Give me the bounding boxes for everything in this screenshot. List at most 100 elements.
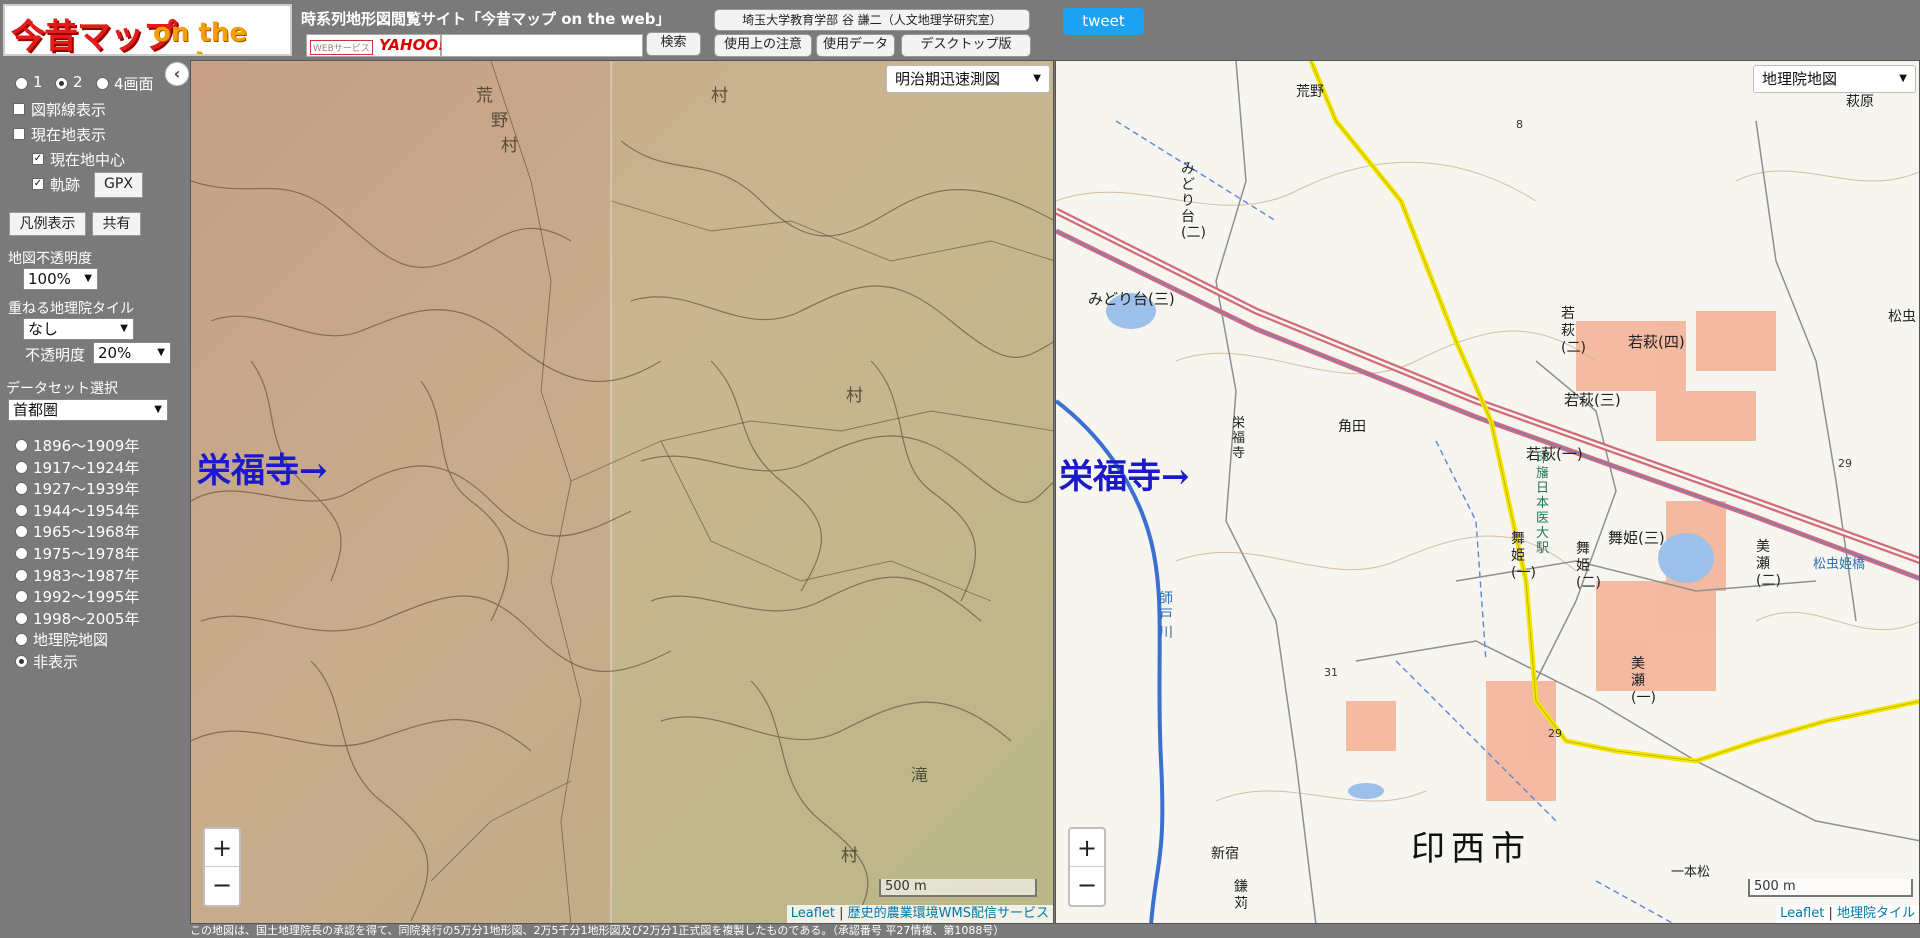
opacity-value: 100% bbox=[28, 270, 71, 288]
center-current-checkbox[interactable]: ✓ bbox=[32, 153, 44, 165]
leaflet-link[interactable]: Leaflet bbox=[791, 906, 835, 921]
period-label: 1998～2005年 bbox=[33, 609, 140, 628]
chevron-down-icon: ▼ bbox=[1899, 73, 1907, 84]
period-label: 1944～1954年 bbox=[33, 501, 140, 520]
map-label-kakuta: 角田 bbox=[1338, 419, 1366, 435]
track-label: 軌跡 bbox=[50, 176, 81, 194]
period-radio[interactable] bbox=[15, 460, 28, 474]
overlay-tile-select[interactable]: なし ▼ bbox=[23, 318, 134, 340]
yahoo-web-service-label: WEBサービス bbox=[310, 40, 373, 55]
left-map-pane[interactable]: 荒 野 村 村 村 村 滝 明治期迅速測図 ▼ 栄福寺→ + − 500 m Le… bbox=[190, 60, 1054, 924]
data-used-button[interactable]: 使用データ bbox=[816, 34, 895, 57]
period-label: 1927～1939年 bbox=[33, 480, 140, 499]
map-label-misose: 美瀬(一) bbox=[1631, 656, 1656, 706]
right-zoom-out-button[interactable]: − bbox=[1070, 867, 1104, 905]
attribution-separator: | bbox=[1824, 906, 1837, 921]
period-label: 1965～1968年 bbox=[33, 523, 140, 542]
right-landmark-label: 栄福寺→ bbox=[1059, 457, 1190, 497]
logo-text-sub: on the web bbox=[153, 18, 247, 54]
period-radio[interactable] bbox=[15, 547, 28, 560]
left-map-layer-value: 明治期迅速測図 bbox=[895, 70, 1001, 88]
right-zoom-control: + − bbox=[1068, 827, 1106, 907]
right-map-layer-select[interactable]: 地理院地図 ▼ bbox=[1753, 65, 1916, 93]
screen-2-radio[interactable] bbox=[55, 77, 68, 90]
period-radio[interactable] bbox=[15, 590, 28, 604]
left-zoom-in-button[interactable]: + bbox=[205, 829, 239, 867]
yahoo-credit[interactable]: WEBサービス YAHOO! bbox=[306, 34, 445, 57]
site-title: 時系列地形図閲覧サイト「今昔マップ on the web」 bbox=[301, 10, 671, 28]
period-radio[interactable] bbox=[15, 655, 28, 668]
period-radio[interactable] bbox=[15, 611, 28, 625]
sidebar-collapse-button[interactable]: ‹ bbox=[165, 62, 189, 86]
opacity-label: 地図不透明度 bbox=[8, 251, 92, 267]
period-radio[interactable] bbox=[15, 503, 28, 517]
app-root: 今昔マップ on the web 時系列地形図閲覧サイト「今昔マップ on th… bbox=[0, 0, 1920, 938]
period-label: 地理院地図 bbox=[33, 631, 109, 650]
period-radio[interactable] bbox=[15, 568, 28, 582]
map-frame-checkbox[interactable] bbox=[13, 103, 25, 115]
site-logo[interactable]: 今昔マップ on the web bbox=[3, 4, 292, 56]
dataset-value: 首都圏 bbox=[13, 401, 59, 419]
gpx-button[interactable]: GPX bbox=[94, 172, 143, 198]
screen-2-label: 2 bbox=[73, 73, 83, 91]
map-label-kamakari: 鎌苅 bbox=[1234, 879, 1248, 912]
right-map-pane[interactable]: 地理院地図 ▼ 印西市 みどり台(三) 若萩(四) 若萩(三) 若萩(一) 舞姫(… bbox=[1055, 60, 1920, 924]
current-location-checkbox[interactable] bbox=[13, 128, 25, 140]
gsi-tile-link[interactable]: 地理院タイル bbox=[1837, 906, 1915, 921]
map-label-eifukuji: 栄福寺 bbox=[1232, 416, 1246, 461]
place-search-input[interactable] bbox=[441, 34, 643, 57]
map-label-elevation-29b: 29 bbox=[1838, 457, 1852, 470]
period-label: 1917～1924年 bbox=[33, 458, 140, 477]
screen-4-radio[interactable] bbox=[96, 77, 109, 90]
overlay-opacity-value: 20% bbox=[98, 344, 132, 362]
current-location-label: 現在地表示 bbox=[31, 126, 107, 144]
map-label-hagiwara: 萩原 bbox=[1846, 94, 1874, 110]
affiliation-button[interactable]: 埼玉大学教育学部 谷 謙二（人文地理学研究室） bbox=[714, 9, 1030, 31]
copyright-footer-note: この地図は、国土地理院長の承認を得て、同院発行の5万分1地形図、2万5千分1地形… bbox=[190, 924, 1005, 937]
period-radio[interactable] bbox=[15, 525, 28, 539]
map-label-maihime3: 舞姫(三) bbox=[1608, 529, 1665, 547]
left-zoom-out-button[interactable]: − bbox=[205, 867, 239, 905]
svg-text:村: 村 bbox=[501, 136, 518, 156]
usage-notice-button[interactable]: 使用上の注意 bbox=[714, 34, 812, 57]
share-button[interactable]: 共有 bbox=[92, 212, 141, 236]
tweet-button[interactable]: tweet bbox=[1063, 8, 1144, 35]
left-zoom-control: + − bbox=[203, 827, 241, 907]
map-label-maihime1: 舞姫(一) bbox=[1511, 531, 1536, 581]
track-checkbox[interactable]: ✓ bbox=[32, 178, 44, 190]
screen-1-radio[interactable] bbox=[15, 77, 28, 90]
period-radio[interactable] bbox=[15, 482, 28, 496]
map-label-ipponmatsu: 一本松 bbox=[1671, 865, 1711, 880]
desktop-version-button[interactable]: デスクトップ版 bbox=[901, 34, 1031, 57]
left-attribution: Leaflet | 歴史的農業環境WMS配信サービス bbox=[786, 905, 1053, 923]
period-label: 1983～1987年 bbox=[33, 566, 140, 585]
left-map-layer-select[interactable]: 明治期迅速測図 ▼ bbox=[886, 65, 1050, 93]
map-label-elevation-31: 31 bbox=[1324, 666, 1338, 679]
legend-button[interactable]: 凡例表示 bbox=[9, 212, 86, 236]
map-label-wakahagi1: 若萩(一) bbox=[1526, 445, 1583, 463]
screen-4-label: 4画面 bbox=[114, 75, 154, 93]
period-radio[interactable] bbox=[15, 439, 28, 452]
period-label: 1992～1995年 bbox=[33, 588, 140, 607]
map-label-matsumushi-bridge: 松虫姫橋 bbox=[1813, 557, 1866, 572]
map-label-city: 印西市 bbox=[1411, 829, 1531, 869]
old-map-canvas[interactable]: 荒 野 村 村 村 村 滝 bbox=[191, 61, 1054, 924]
center-current-label: 現在地中心 bbox=[50, 151, 126, 169]
leaflet-link[interactable]: Leaflet bbox=[1780, 906, 1824, 921]
map-label-wakahagi4: 若萩(四) bbox=[1628, 333, 1685, 351]
opacity-select[interactable]: 100% ▼ bbox=[23, 268, 98, 290]
svg-text:村: 村 bbox=[846, 386, 863, 406]
dataset-label: データセット選択 bbox=[6, 381, 118, 397]
svg-text:荒: 荒 bbox=[476, 86, 493, 106]
period-radio[interactable] bbox=[15, 633, 28, 647]
map-label-midori2: みどり台(二) bbox=[1181, 161, 1206, 241]
search-button[interactable]: 検索 bbox=[646, 32, 701, 56]
wms-source-link[interactable]: 歴史的農業環境WMS配信サービス bbox=[848, 906, 1049, 921]
right-zoom-in-button[interactable]: + bbox=[1070, 829, 1104, 867]
attribution-separator: | bbox=[835, 906, 848, 921]
overlay-opacity-select[interactable]: 20% ▼ bbox=[93, 342, 171, 364]
dataset-select[interactable]: 首都圏 ▼ bbox=[8, 399, 168, 421]
overlay-tile-value: なし bbox=[28, 320, 59, 338]
map-label-elevation-8: 8 bbox=[1516, 118, 1523, 131]
period-label: 1975～1978年 bbox=[33, 545, 140, 563]
